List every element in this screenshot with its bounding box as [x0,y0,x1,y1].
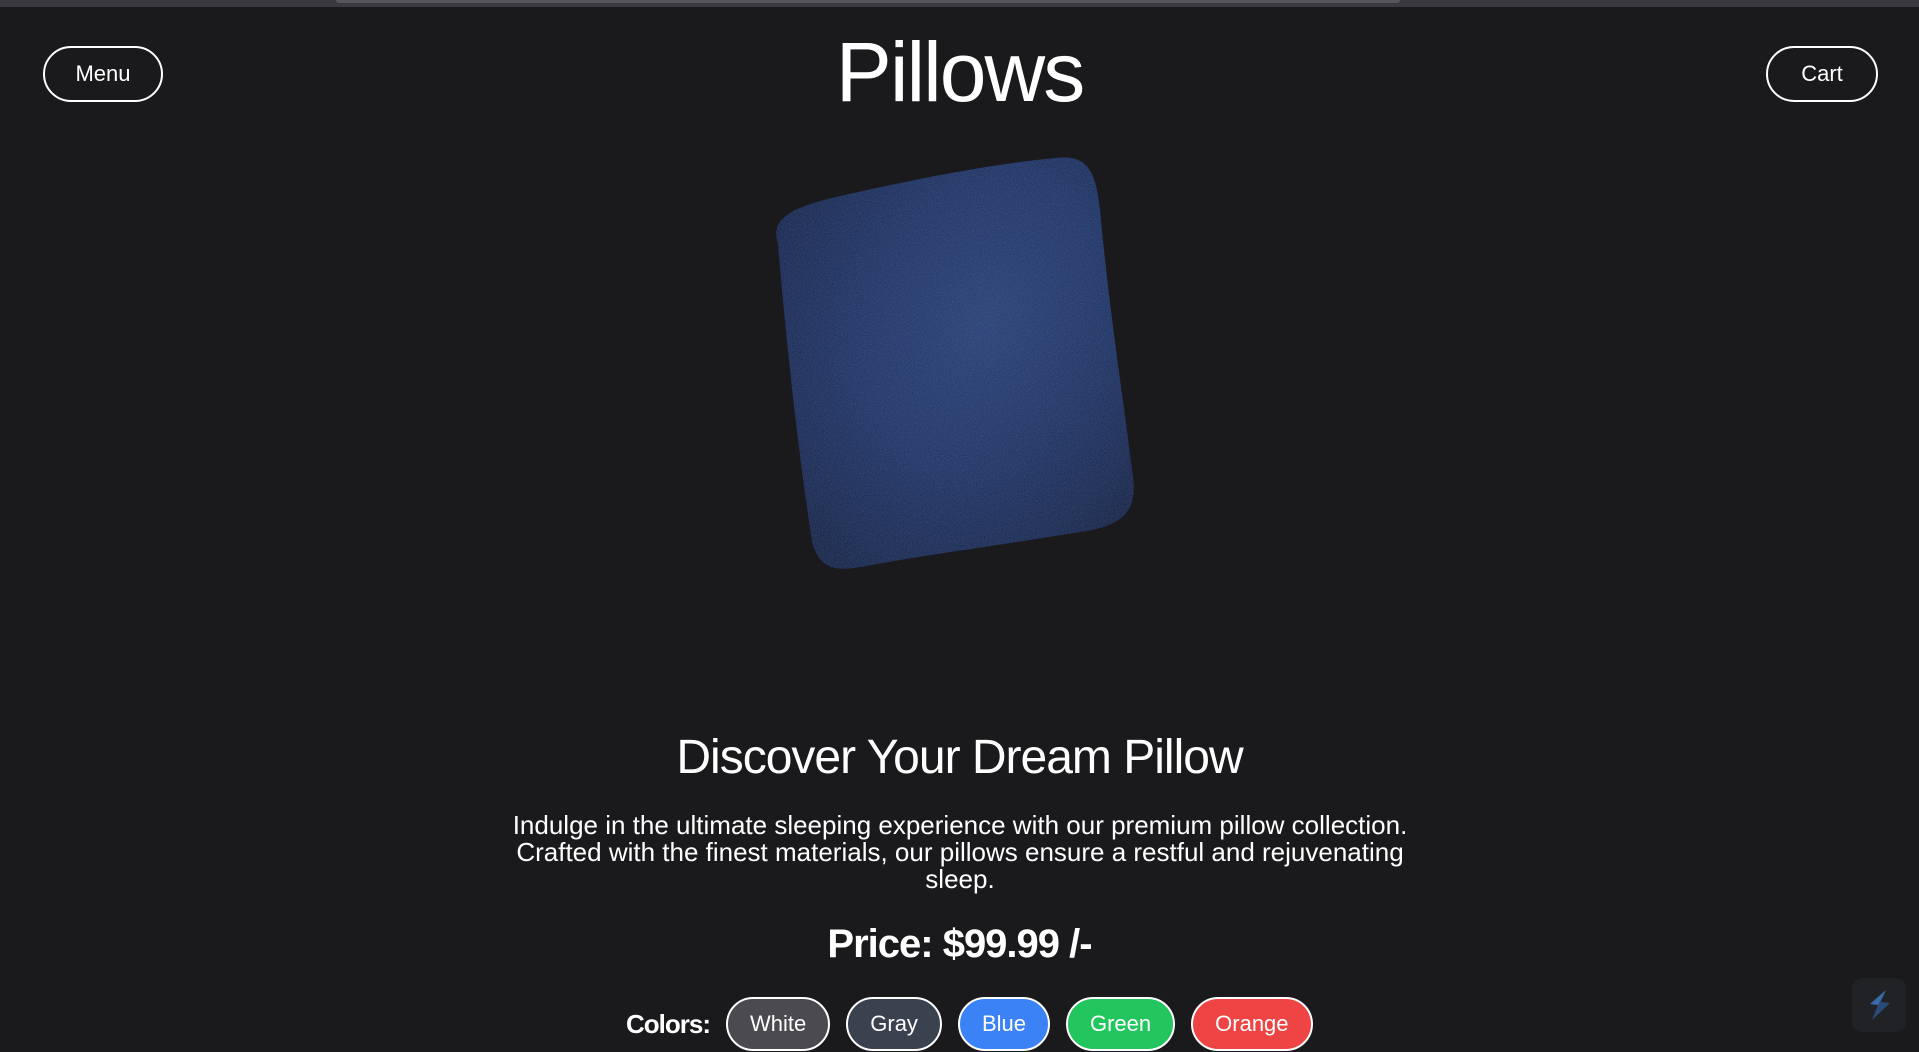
page-title: Pillows [835,25,1085,119]
pillow-image [776,157,1134,569]
color-option-green[interactable]: Green [1065,997,1176,1051]
cart-button[interactable]: Cart [1766,46,1878,102]
pillow-3d-view[interactable] [740,150,1180,590]
color-options: Colors: White Gray Blue Green Orange [626,996,1313,1052]
section-heading: Discover Your Dream Pillow [676,731,1243,784]
browser-top-strip-highlight [336,0,1400,3]
product-description: Indulge in the ultimate sleeping experie… [512,810,1408,894]
spline-logo-glyph [1870,990,1890,1020]
colors-label: Colors: [626,1008,711,1039]
color-option-orange[interactable]: Orange [1191,997,1313,1051]
spline-logo-icon[interactable] [1852,978,1906,1032]
browser-top-strip [0,0,1919,7]
color-option-white[interactable]: White [726,997,831,1051]
color-option-gray[interactable]: Gray [846,997,942,1051]
color-option-blue[interactable]: Blue [957,997,1050,1051]
product-price: Price: $99.99 /- [827,922,1092,966]
